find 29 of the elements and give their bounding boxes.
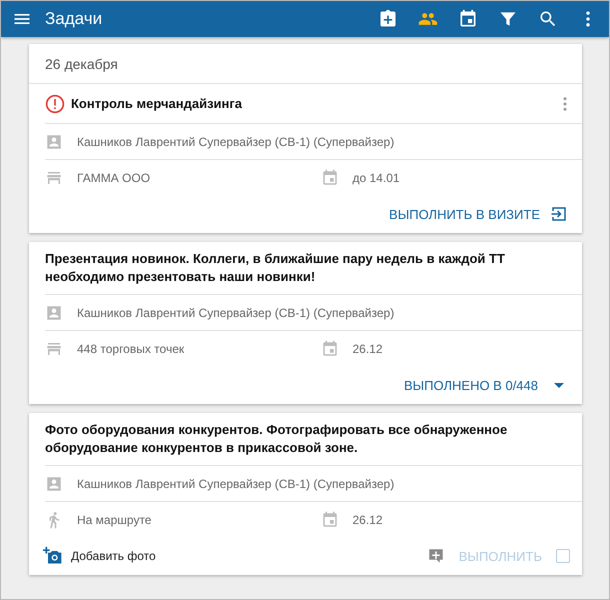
due-date: 26.12 (352, 342, 383, 356)
task-title: Контроль мерчандайзинга (71, 94, 244, 112)
search-icon[interactable] (538, 9, 558, 29)
location-text: На маршруте (77, 512, 152, 526)
progress-dropdown-button[interactable]: ВЫПОЛНЕНО В 0/448 (402, 376, 570, 394)
location-text: ГАММА ООО (77, 170, 150, 184)
calendar-icon (320, 168, 338, 186)
task-title: Презентация новинок. Коллеги, в ближайшие пару недель в каждой ТТ необходимо презентовать наши новинки! (45, 250, 506, 286)
person-icon (45, 304, 63, 322)
add-clipboard-icon[interactable] (378, 9, 398, 29)
add-photo-icon (43, 546, 63, 566)
screen-title: Задачи (45, 9, 104, 29)
calendar-icon[interactable] (458, 9, 478, 29)
location-text: 448 торговых точек (77, 342, 184, 356)
assignee-name: Кашников Лаврентий Супервайзер (СВ-1) (Супервайзер) (77, 306, 394, 320)
date-header: 26 декабря (29, 44, 582, 84)
assignee-name: Кашников Лаврентий Супервайзер (СВ-1) (Супервайзер) (77, 134, 394, 148)
caret-icon (554, 382, 564, 388)
assignee-name: Кашников Лаврентий Супервайзер (СВ-1) (Супервайзер) (77, 476, 394, 490)
complete-in-visit-button[interactable]: ВЫПОЛНИТЬ В ВИЗИТЕ (387, 203, 570, 225)
task-title: Фото оборудования конкурентов. Фотографировать все обнаруженное оборудование конкурентов в прикассовой зоне. (45, 421, 508, 457)
due-date: 26.12 (352, 512, 383, 526)
due-date: до 14.01 (352, 170, 400, 184)
person-icon (45, 132, 63, 150)
enter-icon (550, 205, 568, 223)
add-comment-icon[interactable] (426, 547, 445, 565)
calendar-icon (320, 510, 338, 528)
calendar-icon (320, 340, 338, 358)
person-icon (45, 474, 63, 492)
